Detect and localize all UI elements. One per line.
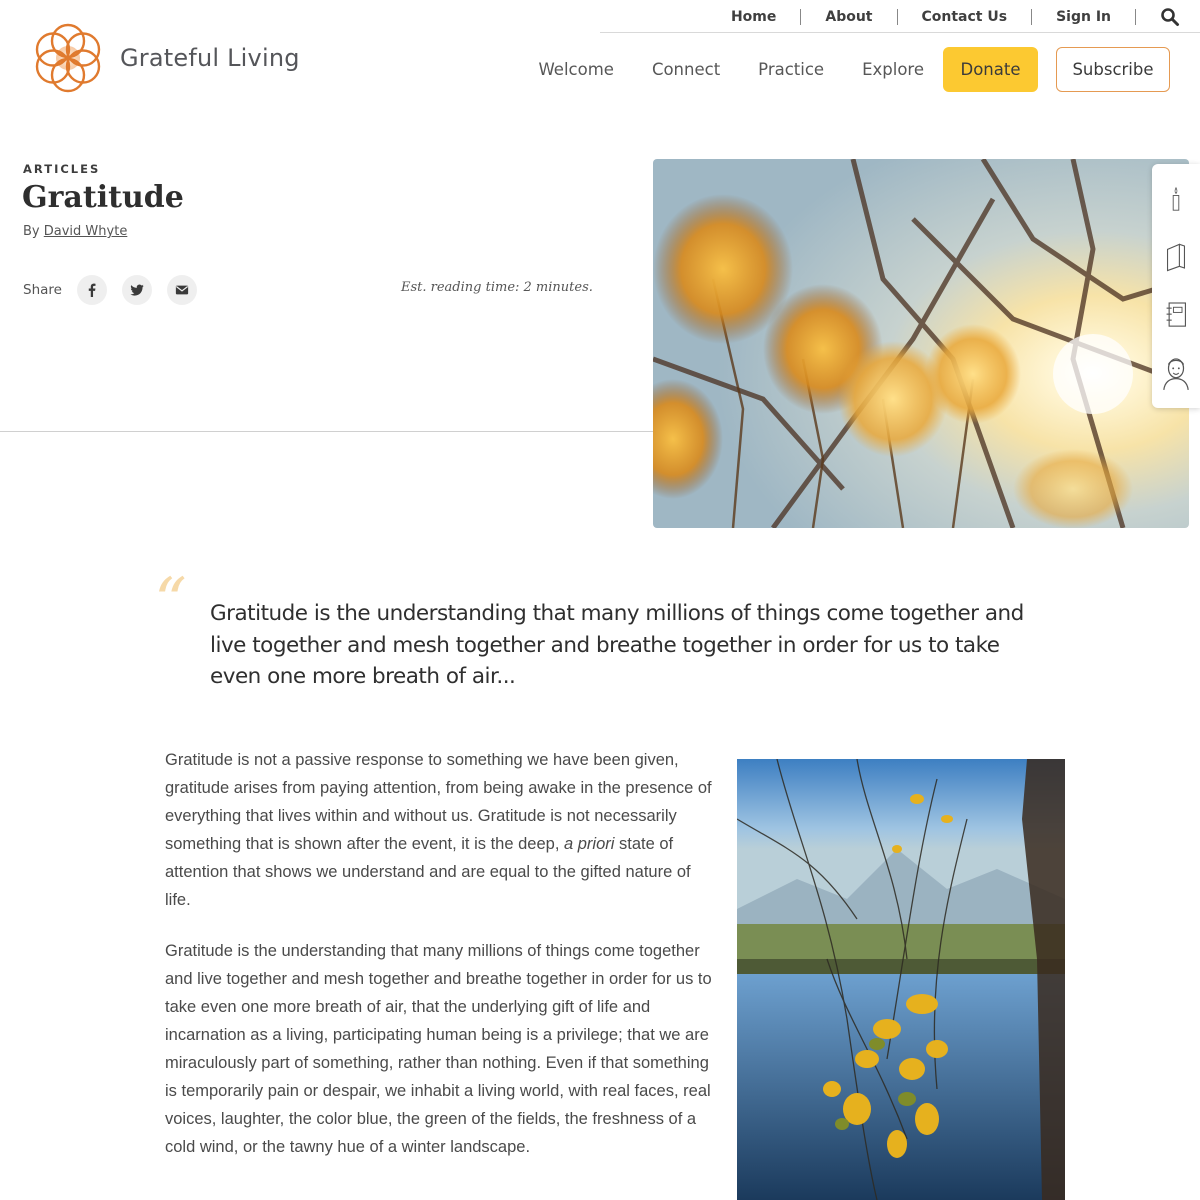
nav-signin-link[interactable]: Sign In <box>1056 9 1111 25</box>
hero-image <box>653 159 1189 528</box>
donate-button[interactable]: Donate <box>943 47 1038 92</box>
utility-separator <box>896 9 898 25</box>
page-title: Gratitude <box>22 180 184 215</box>
flower-of-life-logo-icon <box>35 23 101 93</box>
nav-practice-link[interactable]: Practice <box>758 60 824 79</box>
share-bar: Share <box>23 275 212 305</box>
byline-prefix: By <box>23 224 40 239</box>
nav-explore-link[interactable]: Explore <box>862 60 924 79</box>
paragraph-1-emphasis: a priori <box>563 835 615 853</box>
utility-divider <box>600 32 1200 33</box>
nav-welcome-link[interactable]: Welcome <box>538 60 613 79</box>
nav-connect-link[interactable]: Connect <box>652 60 720 79</box>
facebook-icon[interactable] <box>76 275 107 305</box>
share-label: Share <box>23 282 62 298</box>
nav-about-link[interactable]: About <box>825 9 872 25</box>
site-logo[interactable]: Grateful Living <box>28 16 300 100</box>
utility-separator <box>800 9 802 25</box>
search-icon[interactable] <box>1160 7 1180 27</box>
side-toolbar <box>1152 164 1200 408</box>
main-nav: Welcome Connect Practice Explore Donate … <box>538 47 1170 92</box>
article-body: Gratitude is not a passive response to s… <box>165 746 713 1184</box>
journal-icon[interactable] <box>1159 234 1193 280</box>
paragraph-1: Gratitude is not a passive response to s… <box>165 746 713 914</box>
article-kicker: ARTICLES <box>23 162 101 176</box>
utility-separator <box>1135 9 1136 25</box>
subscribe-button[interactable]: Subscribe <box>1056 47 1170 92</box>
person-portrait-icon[interactable] <box>1159 350 1193 396</box>
paragraph-2: Gratitude is the understanding that many… <box>165 942 712 1156</box>
utility-nav: Home About Contact Us Sign In <box>731 6 1180 28</box>
email-icon[interactable] <box>166 275 197 305</box>
pull-quote: Gratitude is the understanding that many… <box>210 601 1024 689</box>
candle-icon[interactable] <box>1159 176 1193 222</box>
article-photo <box>737 759 1065 1200</box>
notebook-icon[interactable] <box>1159 292 1193 338</box>
reading-time: Est. reading time: 2 minutes. <box>401 280 593 295</box>
byline: By David Whyte <box>23 224 127 239</box>
header-divider <box>0 431 660 432</box>
twitter-icon[interactable] <box>121 275 152 305</box>
nav-home-link[interactable]: Home <box>731 9 776 25</box>
author-link[interactable]: David Whyte <box>44 224 128 239</box>
nav-contact-link[interactable]: Contact Us <box>922 9 1008 25</box>
utility-separator <box>1031 9 1033 25</box>
brand-name: Grateful Living <box>120 44 300 72</box>
quote-mark-icon: “ <box>154 565 187 639</box>
